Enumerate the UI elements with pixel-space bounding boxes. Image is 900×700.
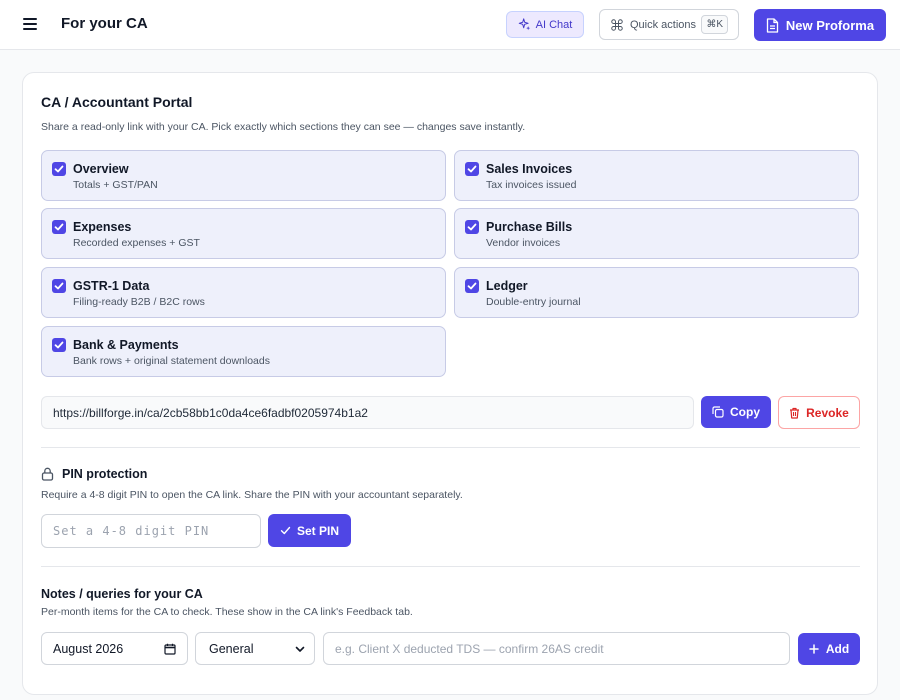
pin-title-label: PIN protection [62,467,148,481]
menu-icon[interactable] [22,15,40,33]
pin-description: Require a 4-8 digit PIN to open the CA l… [41,489,463,501]
copy-button[interactable]: Copy [701,396,771,428]
share-link-field[interactable]: https://billforge.in/ca/2cb58bb1c0da4ce6… [41,396,694,429]
checkbox-checked-icon[interactable] [52,338,66,352]
checkbox-checked-icon[interactable] [465,279,479,293]
copy-icon [712,406,724,418]
divider [41,566,860,567]
section-sublabel: Double-entry journal [486,296,581,308]
section-option-ledger[interactable]: Ledger Double-entry journal [454,267,859,318]
quick-actions-button[interactable]: Quick actions ⌘K [599,9,739,40]
ai-chat-button[interactable]: AI Chat [506,11,584,38]
checkbox-checked-icon[interactable] [465,162,479,176]
shortcut-badge: ⌘K [701,15,728,34]
new-proforma-button[interactable]: New Proforma [754,9,886,41]
pin-input[interactable] [41,514,261,548]
checkbox-checked-icon[interactable] [52,220,66,234]
add-note-button[interactable]: Add [798,633,860,665]
portal-title: CA / Accountant Portal [41,94,193,110]
document-icon [766,17,779,33]
section-option-purchase-bills[interactable]: Purchase Bills Vendor invoices [454,208,859,259]
section-label: Sales Invoices [486,162,573,176]
new-proforma-label: New Proforma [785,17,875,33]
calendar-icon[interactable] [164,643,176,655]
ai-chat-label: AI Chat [535,18,573,31]
notes-title: Notes / queries for your CA [41,587,203,601]
section-option-bank-payments[interactable]: Bank & Payments Bank rows + original sta… [41,326,446,377]
section-label: Overview [73,162,129,176]
section-sublabel: Filing-ready B2B / B2C rows [73,296,205,308]
month-picker[interactable]: August 2026 [41,632,188,665]
checkbox-checked-icon[interactable] [52,162,66,176]
section-sublabel: Vendor invoices [486,237,561,249]
divider [41,447,860,448]
section-sublabel: Tax invoices issued [486,179,577,191]
portal-description: Share a read-only link with your CA. Pic… [41,121,526,133]
checkbox-checked-icon[interactable] [52,279,66,293]
quick-actions-label: Quick actions [630,18,697,31]
section-option-overview[interactable]: Overview Totals + GST/PAN [41,150,446,201]
plus-icon [809,644,819,654]
section-option-expenses[interactable]: Expenses Recorded expenses + GST [41,208,446,259]
copy-label: Copy [730,405,760,419]
pin-section-title: PIN protection [41,467,147,481]
category-select[interactable]: General [195,632,315,665]
command-icon [611,18,623,31]
section-option-gstr1[interactable]: GSTR-1 Data Filing-ready B2B / B2C rows [41,267,446,318]
section-label: GSTR-1 Data [73,279,150,293]
ca-portal-card: CA / Accountant Portal Share a read-only… [22,72,878,695]
sparkles-icon [518,18,530,31]
month-value: August 2026 [53,641,124,656]
section-label: Purchase Bills [486,220,573,234]
section-label: Bank & Payments [73,338,179,352]
checkbox-checked-icon[interactable] [465,220,479,234]
notes-description: Per-month items for the CA to check. The… [41,606,413,618]
page-title: For your CA [61,15,148,32]
add-label: Add [825,642,850,656]
section-sublabel: Recorded expenses + GST [73,237,200,249]
trash-icon [790,407,800,419]
section-option-sales-invoices[interactable]: Sales Invoices Tax invoices issued [454,150,859,201]
check-icon [280,526,291,535]
section-label: Ledger [486,279,528,293]
lock-icon [41,467,54,481]
note-input[interactable] [323,632,790,665]
section-sublabel: Totals + GST/PAN [73,179,158,191]
revoke-label: Revoke [806,405,849,420]
category-value: General [209,641,254,656]
section-sublabel: Bank rows + original statement downloads [73,355,270,367]
revoke-button[interactable]: Revoke [778,396,860,429]
top-bar: For your CA AI Chat Quick actions ⌘K New… [0,0,900,50]
set-pin-button[interactable]: Set PIN [268,514,351,547]
chevron-down-icon [295,646,305,652]
set-pin-label: Set PIN [296,523,339,538]
section-label: Expenses [73,220,132,234]
